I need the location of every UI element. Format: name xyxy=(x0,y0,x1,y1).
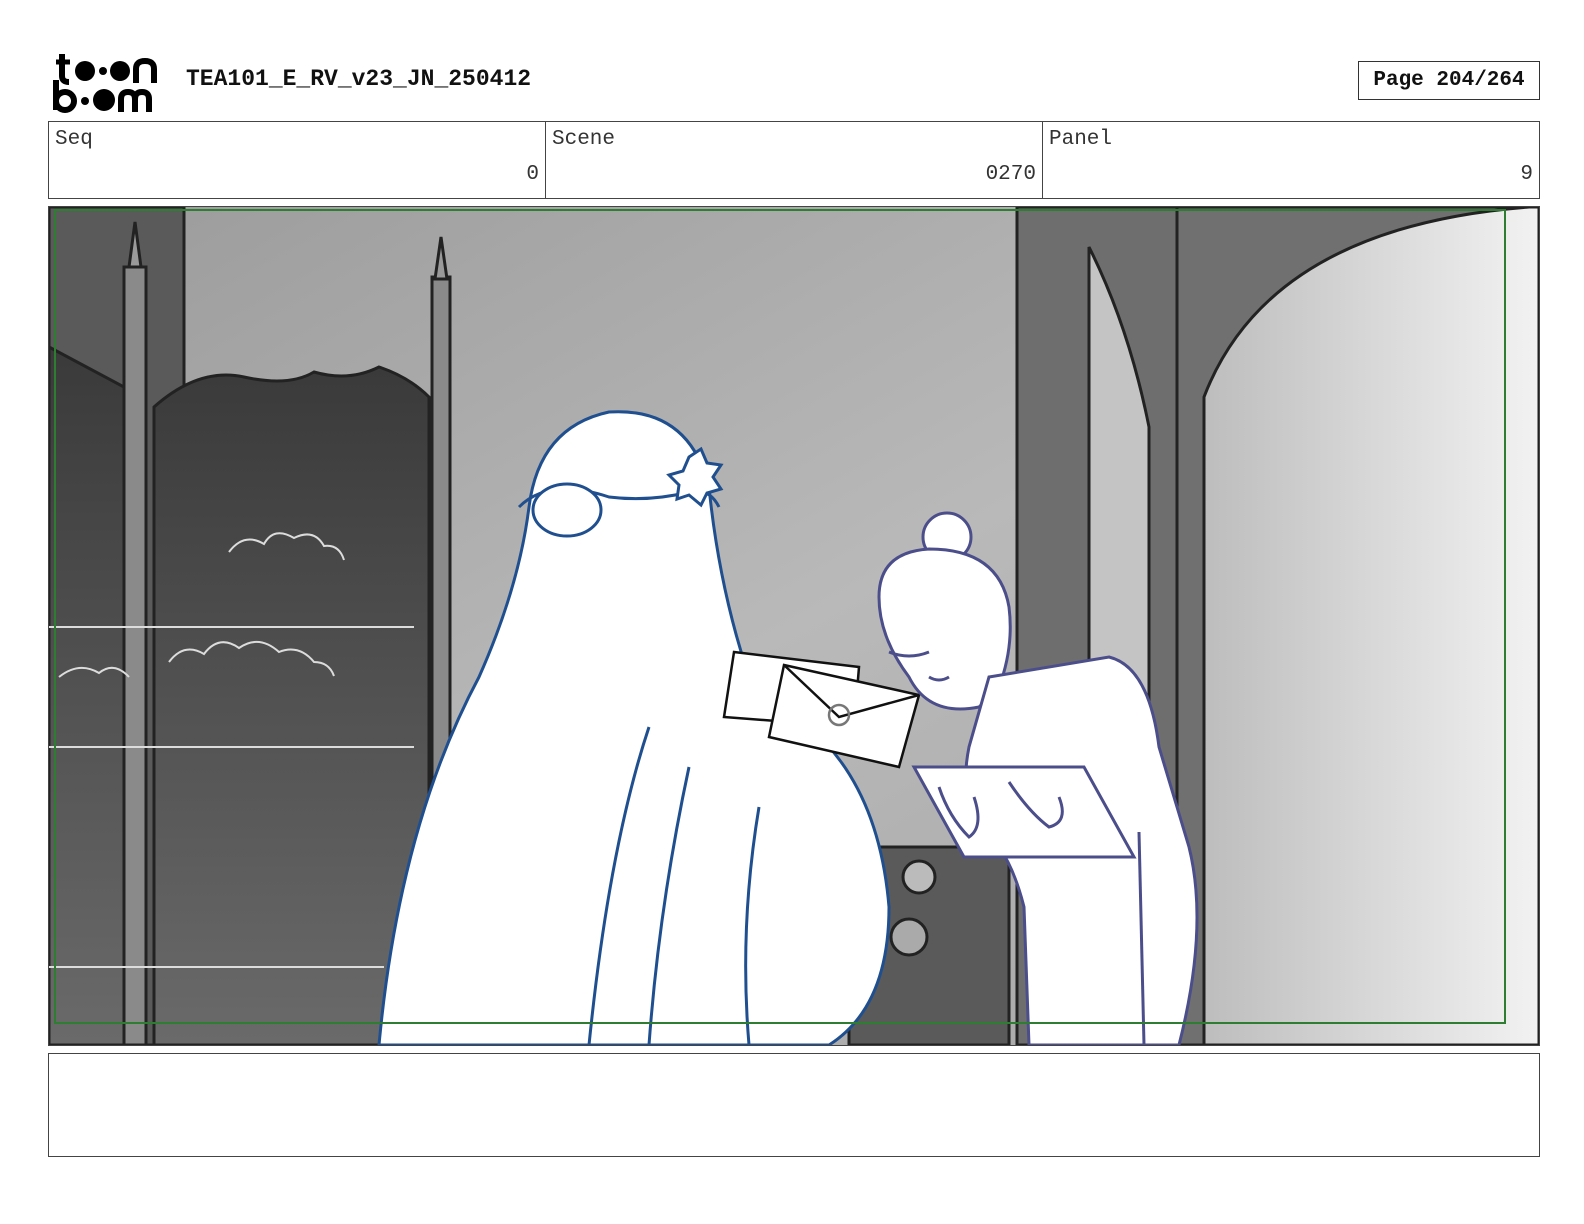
storyboard-panel xyxy=(48,206,1540,1046)
toon-boom-logo xyxy=(53,54,157,113)
panel-artwork xyxy=(49,207,1539,1045)
panel-label: Panel xyxy=(1049,128,1113,151)
panel-value: 9 xyxy=(1520,163,1533,186)
scene-label: Scene xyxy=(552,128,616,151)
panel-cell: Panel 9 xyxy=(1043,122,1539,198)
scene-cell: Scene 0270 xyxy=(546,122,1043,198)
seq-label: Seq xyxy=(55,128,93,151)
page-indicator: Page 204/264 xyxy=(1358,61,1540,100)
panel-notes-box xyxy=(48,1053,1540,1157)
shot-info-row: Seq 0 Scene 0270 Panel 9 xyxy=(48,121,1540,199)
seq-cell: Seq 0 xyxy=(49,122,546,198)
seq-value: 0 xyxy=(526,163,539,186)
document-title: TEA101_E_RV_v23_JN_250412 xyxy=(186,66,532,92)
scene-value: 0270 xyxy=(985,163,1036,186)
